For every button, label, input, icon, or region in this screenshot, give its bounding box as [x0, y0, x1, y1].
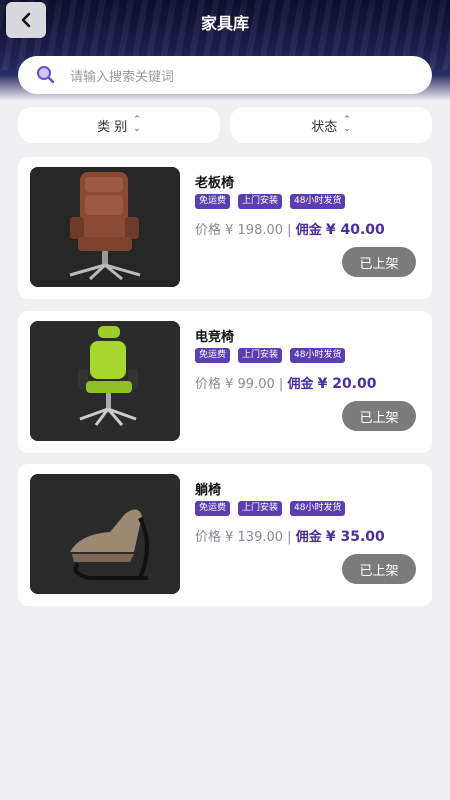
product-tags: 免运费 上门安装 48小时发货	[195, 501, 346, 516]
filter-status[interactable]: 状态 ⌃ ⌄	[230, 107, 432, 143]
product-image	[30, 321, 180, 441]
separator: |	[278, 377, 284, 392]
tag-free-shipping: 免运费	[195, 501, 231, 516]
product-name: 躺椅	[195, 483, 222, 498]
tag-installation: 上门安装	[238, 194, 283, 209]
product-tags: 免运费 上门安装 48小时发货	[195, 194, 346, 209]
filter-bar: 类 别 ⌃ ⌄ 状态 ⌃ ⌄	[18, 107, 432, 143]
commission-value: ¥ 35.00	[325, 529, 385, 545]
commission-label: 佣金	[287, 377, 314, 392]
price-line: 价格 ¥ 99.00 | 佣金 ¥ 20.00	[195, 373, 377, 392]
tag-installation: 上门安装	[238, 501, 283, 516]
filter-category[interactable]: 类 别 ⌃ ⌄	[18, 107, 220, 143]
commission-value: ¥ 40.00	[325, 222, 385, 238]
product-name: 电竞椅	[195, 330, 235, 345]
sort-arrows-icon: ⌃ ⌄	[133, 115, 141, 134]
separator: |	[287, 223, 292, 238]
product-image	[30, 474, 180, 594]
lounge-chair-image	[30, 474, 180, 594]
commission-label: 佣金	[295, 530, 322, 545]
search-icon	[37, 66, 55, 84]
commission-label: 佣金	[295, 223, 322, 238]
status-button[interactable]: 已上架	[342, 401, 416, 431]
page-title: 家具库	[200, 14, 249, 33]
product-card[interactable]: 躺椅 免运费 上门安装 48小时发货 价格 ¥ 139.00 | 佣金 ¥ 35…	[18, 464, 432, 606]
tag-free-shipping: 免运费	[195, 348, 231, 363]
filter-category-label: 类 别	[97, 119, 128, 135]
price-line: 价格 ¥ 139.00 | 佣金 ¥ 35.00	[195, 526, 385, 545]
tag-free-shipping: 免运费	[195, 194, 231, 209]
product-image	[30, 167, 180, 287]
sort-arrows-icon: ⌃ ⌄	[343, 115, 351, 134]
tag-48h-shipping: 48小时发货	[290, 194, 346, 209]
search-input[interactable]: 请输入搜索关键词	[70, 66, 174, 85]
tag-48h-shipping: 48小时发货	[290, 348, 346, 363]
search-bar[interactable]: 请输入搜索关键词	[18, 56, 432, 94]
price-line: 价格 ¥ 198.00 | 佣金 ¥ 40.00	[195, 219, 385, 238]
gaming-chair-image	[30, 321, 180, 441]
price: 价格 ¥ 139.00	[195, 530, 284, 545]
office-chair-image	[30, 167, 180, 287]
status-button[interactable]: 已上架	[342, 554, 416, 584]
filter-status-label: 状态	[311, 119, 338, 135]
product-tags: 免运费 上门安装 48小时发货	[195, 348, 346, 363]
product-card[interactable]: 老板椅 免运费 上门安装 48小时发货 价格 ¥ 198.00 | 佣金 ¥ 4…	[18, 157, 432, 299]
separator: |	[287, 530, 292, 545]
price: 价格 ¥ 198.00	[195, 223, 284, 238]
commission-value: ¥ 20.00	[317, 376, 377, 392]
tag-48h-shipping: 48小时发货	[290, 501, 346, 516]
tag-installation: 上门安装	[238, 348, 283, 363]
price: 价格 ¥ 99.00	[195, 377, 275, 392]
product-name: 老板椅	[195, 176, 235, 191]
status-button[interactable]: 已上架	[342, 247, 416, 277]
product-card[interactable]: 电竞椅 免运费 上门安装 48小时发货 价格 ¥ 99.00 | 佣金 ¥ 20…	[18, 311, 432, 453]
